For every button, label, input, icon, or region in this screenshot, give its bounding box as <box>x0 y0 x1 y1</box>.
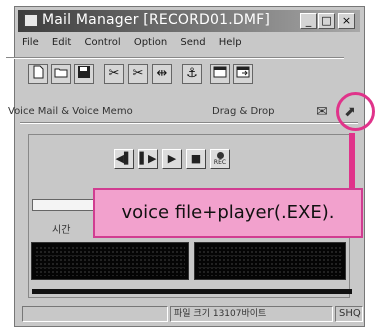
highlight-circle <box>336 92 375 131</box>
cut-scissors-icon[interactable]: ✂ <box>104 64 124 84</box>
time-label: 시간 <box>52 225 71 236</box>
copy-scissors-icon[interactable]: ✂ <box>128 64 148 84</box>
menu-edit[interactable]: Edit <box>52 37 71 48</box>
title-bar[interactable]: Mail Manager [RECORD01.DMF] _ □ × <box>18 10 360 32</box>
record-label: REC <box>213 159 227 166</box>
window-title: Mail Manager [RECORD01.DMF] <box>42 12 271 28</box>
time-display-right <box>194 242 346 280</box>
label-separator <box>20 122 358 124</box>
restore-button[interactable]: □ <box>318 13 335 29</box>
minimize-button[interactable]: _ <box>300 13 317 29</box>
callout-pointer <box>349 133 355 189</box>
status-file-size: 파일 크기 13107바이트 <box>170 306 333 322</box>
menu-option[interactable]: Option <box>134 37 167 48</box>
level-meter-bar <box>32 289 352 294</box>
menu-bar: File Edit Control Option Send Help <box>22 37 252 48</box>
menu-control[interactable]: Control <box>84 37 120 48</box>
voice-mail-label: Voice Mail & Voice Memo <box>8 106 133 117</box>
drag-drop-label: Drag & Drop <box>212 106 275 117</box>
split-icon[interactable]: ⇹ <box>152 64 172 84</box>
menu-file[interactable]: File <box>22 37 39 48</box>
play-icon[interactable]: ▶ <box>162 149 182 169</box>
menu-separator <box>6 57 344 59</box>
step-play-icon[interactable]: ▌▶ <box>138 149 158 169</box>
menu-send[interactable]: Send <box>180 37 205 48</box>
mail-send-icon[interactable]: ✉ <box>313 104 331 120</box>
close-button[interactable]: × <box>338 13 355 29</box>
open-folder-icon[interactable] <box>51 64 71 84</box>
callout-box: voice file+player(.EXE). <box>93 188 363 238</box>
record-icon <box>216 152 224 159</box>
rewind-icon[interactable]: ◀▌ <box>114 149 134 169</box>
status-empty <box>22 306 168 322</box>
record-button[interactable]: REC <box>210 149 230 169</box>
status-bar: 파일 크기 13107바이트 SHQ <box>22 306 363 323</box>
menu-help[interactable]: Help <box>219 37 242 48</box>
app-icon <box>24 14 38 27</box>
new-file-icon[interactable] <box>28 64 48 84</box>
window-arrow-icon[interactable] <box>233 64 253 84</box>
anchor-icon[interactable]: ⚓ <box>182 64 202 84</box>
status-mode: SHQ <box>335 306 363 322</box>
window-icon[interactable] <box>210 64 230 84</box>
time-display-left <box>31 242 189 280</box>
stop-icon[interactable]: ■ <box>186 149 206 169</box>
save-disk-icon[interactable] <box>74 64 94 84</box>
